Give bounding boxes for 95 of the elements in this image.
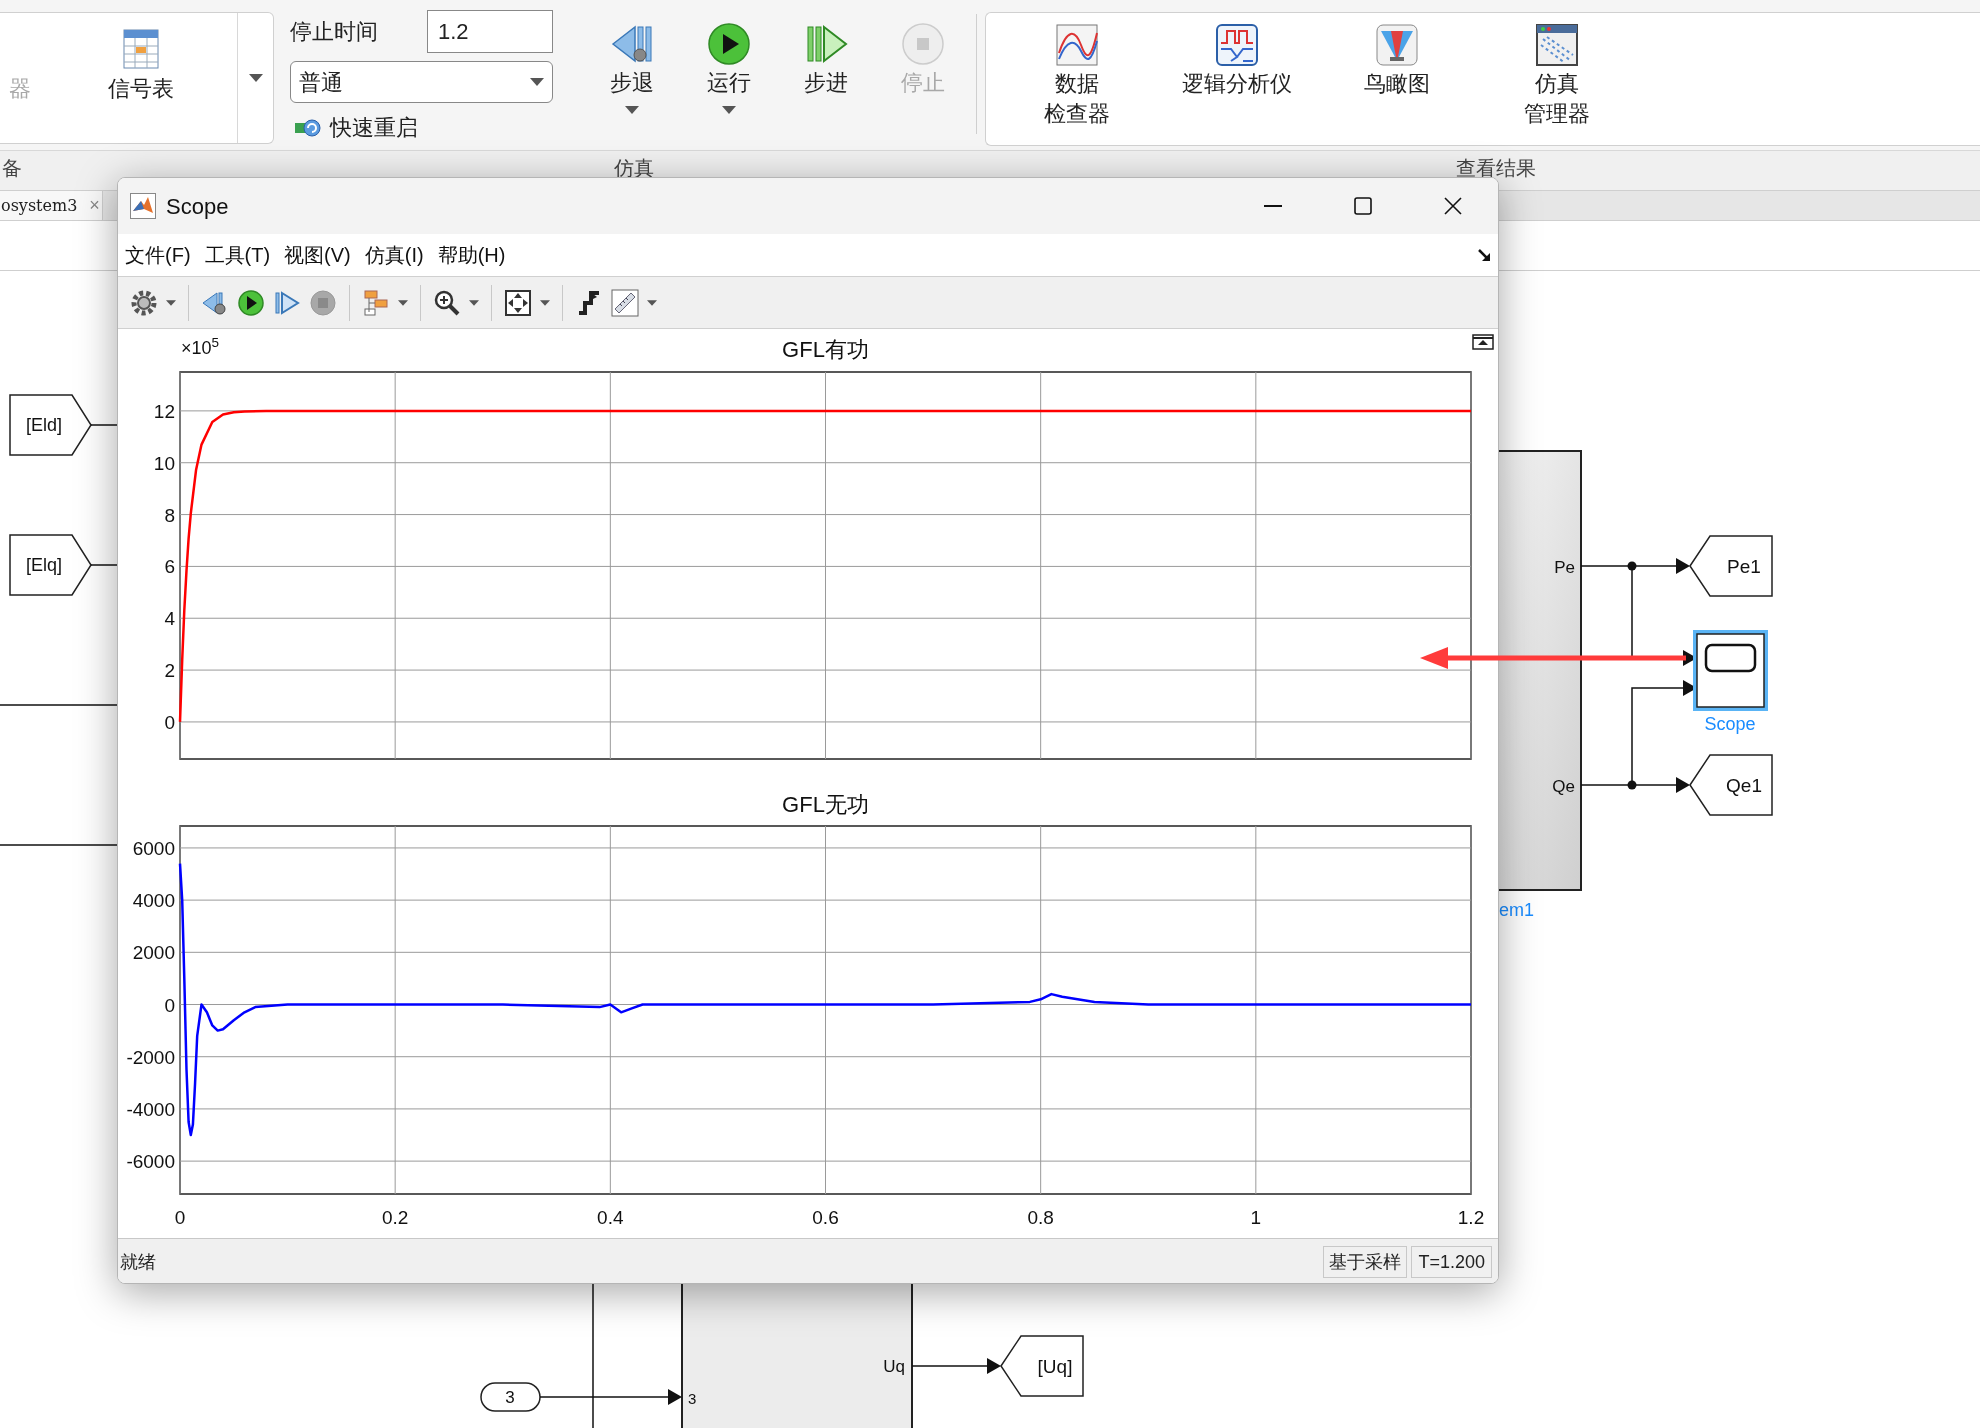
tick-label: 1.2 xyxy=(1457,1207,1485,1228)
tick-label: 0.6 xyxy=(812,1207,839,1228)
status-text: 就绪 xyxy=(120,1250,157,1274)
inspector-icon xyxy=(1055,23,1099,67)
chart-title: GFL有功 xyxy=(782,337,869,362)
port-label: 3 xyxy=(688,1390,697,1407)
simulation-button[interactable]: 步进 xyxy=(784,0,868,150)
caret-icon[interactable] xyxy=(469,299,479,306)
tick-label: 2000 xyxy=(132,942,175,964)
axis-multiplier: ×10$^{5}$ xyxy=(181,337,220,359)
tick-label: -6000 xyxy=(126,1151,175,1173)
goto-block: [Uq] xyxy=(1000,1335,1084,1397)
signal-line xyxy=(90,424,118,426)
signal-hierarchy-icon[interactable] xyxy=(362,288,390,317)
inport-block: 3 xyxy=(480,1382,541,1412)
tick-label: 0.2 xyxy=(381,1207,409,1228)
caret-icon xyxy=(248,74,263,82)
tick-label: 4000 xyxy=(132,890,175,912)
port-label: Qe xyxy=(1552,777,1575,796)
section-label: 查看结果 xyxy=(1455,156,1536,181)
settings-icon[interactable] xyxy=(130,288,158,317)
menu-item[interactable]: 视图(V) xyxy=(284,240,351,270)
maximize-icon xyxy=(1354,197,1372,215)
ribbon-button[interactable]: 信号表 xyxy=(91,13,191,143)
step-forward-icon xyxy=(804,22,848,66)
goto-block: [Eld] xyxy=(9,394,92,456)
status-field: T=1.200 xyxy=(1411,1246,1492,1278)
status-field: 基于采样 xyxy=(1323,1246,1408,1278)
tick-label: 0.4 xyxy=(597,1207,624,1228)
close-icon xyxy=(1444,197,1462,215)
mode-dropdown[interactable]: 普通 xyxy=(290,61,553,103)
caret-icon xyxy=(722,106,736,114)
tick-label: -4000 xyxy=(126,1098,175,1120)
caret-icon[interactable] xyxy=(398,299,408,306)
tick-label: 0 xyxy=(164,994,175,1016)
tick-label: 10 xyxy=(153,452,175,474)
caret-icon xyxy=(625,106,639,114)
app-icon xyxy=(130,193,156,219)
simulation-button[interactable]: 运行 xyxy=(687,0,771,150)
goto-block: Pe1 xyxy=(1689,535,1773,597)
tick-label: 0 xyxy=(164,711,175,733)
menu-item[interactable]: 仿真(I) xyxy=(364,240,424,270)
fast-restart-icon xyxy=(294,117,322,138)
measure-icon[interactable] xyxy=(611,288,639,317)
stop-icon[interactable] xyxy=(309,288,337,317)
stop-time-field[interactable]: 1.2 xyxy=(427,10,553,53)
menu-item[interactable]: 工具(T) xyxy=(204,240,271,270)
tick-label: -2000 xyxy=(126,1046,175,1068)
ribbon-button[interactable]: 仿真 管理器 xyxy=(1497,13,1617,145)
tick-label: 8 xyxy=(164,504,175,526)
tick-label: 1 xyxy=(1250,1207,1262,1228)
goto-block: [Elq] xyxy=(9,534,92,596)
tick-label: 4 xyxy=(164,608,175,630)
minimize-icon xyxy=(1264,205,1282,207)
port-label: Pe xyxy=(1554,558,1575,577)
run-icon xyxy=(707,22,751,66)
block-name: em1 xyxy=(1499,900,1534,920)
chart-title: GFL无功 xyxy=(782,792,869,817)
fast-restart-button[interactable]: 快速重启 xyxy=(290,111,553,144)
birdseye-icon xyxy=(1375,23,1419,67)
ribbon-button[interactable]: 数据 检查器 xyxy=(1017,13,1137,145)
menu-item[interactable]: 文件(F) xyxy=(125,240,191,270)
simulation-manager-icon xyxy=(1535,23,1579,67)
tick-label: 0 xyxy=(174,1207,186,1228)
block-name: Scope xyxy=(1704,714,1756,734)
logic-analyzer-icon xyxy=(1215,23,1259,67)
run-icon[interactable] xyxy=(237,288,265,317)
goto-block: Qe1 xyxy=(1689,754,1773,816)
fit-icon[interactable] xyxy=(504,288,532,317)
simulation-button[interactable]: 步退 xyxy=(590,0,674,150)
port-label: Uq xyxy=(883,1357,905,1376)
dock-icon[interactable] xyxy=(1472,334,1494,350)
stop-icon xyxy=(901,22,945,66)
caret-icon[interactable] xyxy=(540,299,550,306)
table-icon xyxy=(123,29,159,69)
window-title: Scope xyxy=(166,192,230,221)
tick-label: 12 xyxy=(153,400,175,422)
scope-block[interactable] xyxy=(1693,630,1768,711)
tick-label: 6000 xyxy=(132,837,175,859)
tick-label: 6 xyxy=(164,556,175,578)
editor-tab[interactable]: osystem3 × xyxy=(0,191,103,220)
section-label: 备 xyxy=(2,157,22,179)
stop-time-label: 停止时间 xyxy=(290,18,379,46)
tick-label: 2 xyxy=(164,660,175,682)
menu-item[interactable]: 帮助(H) xyxy=(437,240,506,270)
undock-icon[interactable] xyxy=(1477,248,1491,262)
zoom-icon[interactable] xyxy=(433,288,461,317)
signal-line xyxy=(90,564,118,566)
tick-label: 0.8 xyxy=(1027,1207,1054,1228)
ribbon-button[interactable]: 鸟瞰图 xyxy=(1337,13,1457,145)
section-label: 仿真 xyxy=(613,156,654,181)
ribbon-button[interactable]: 逻辑分析仪 xyxy=(1177,13,1297,145)
caret-icon[interactable] xyxy=(166,299,176,306)
caret-icon[interactable] xyxy=(647,299,657,306)
caret-icon xyxy=(530,78,544,86)
